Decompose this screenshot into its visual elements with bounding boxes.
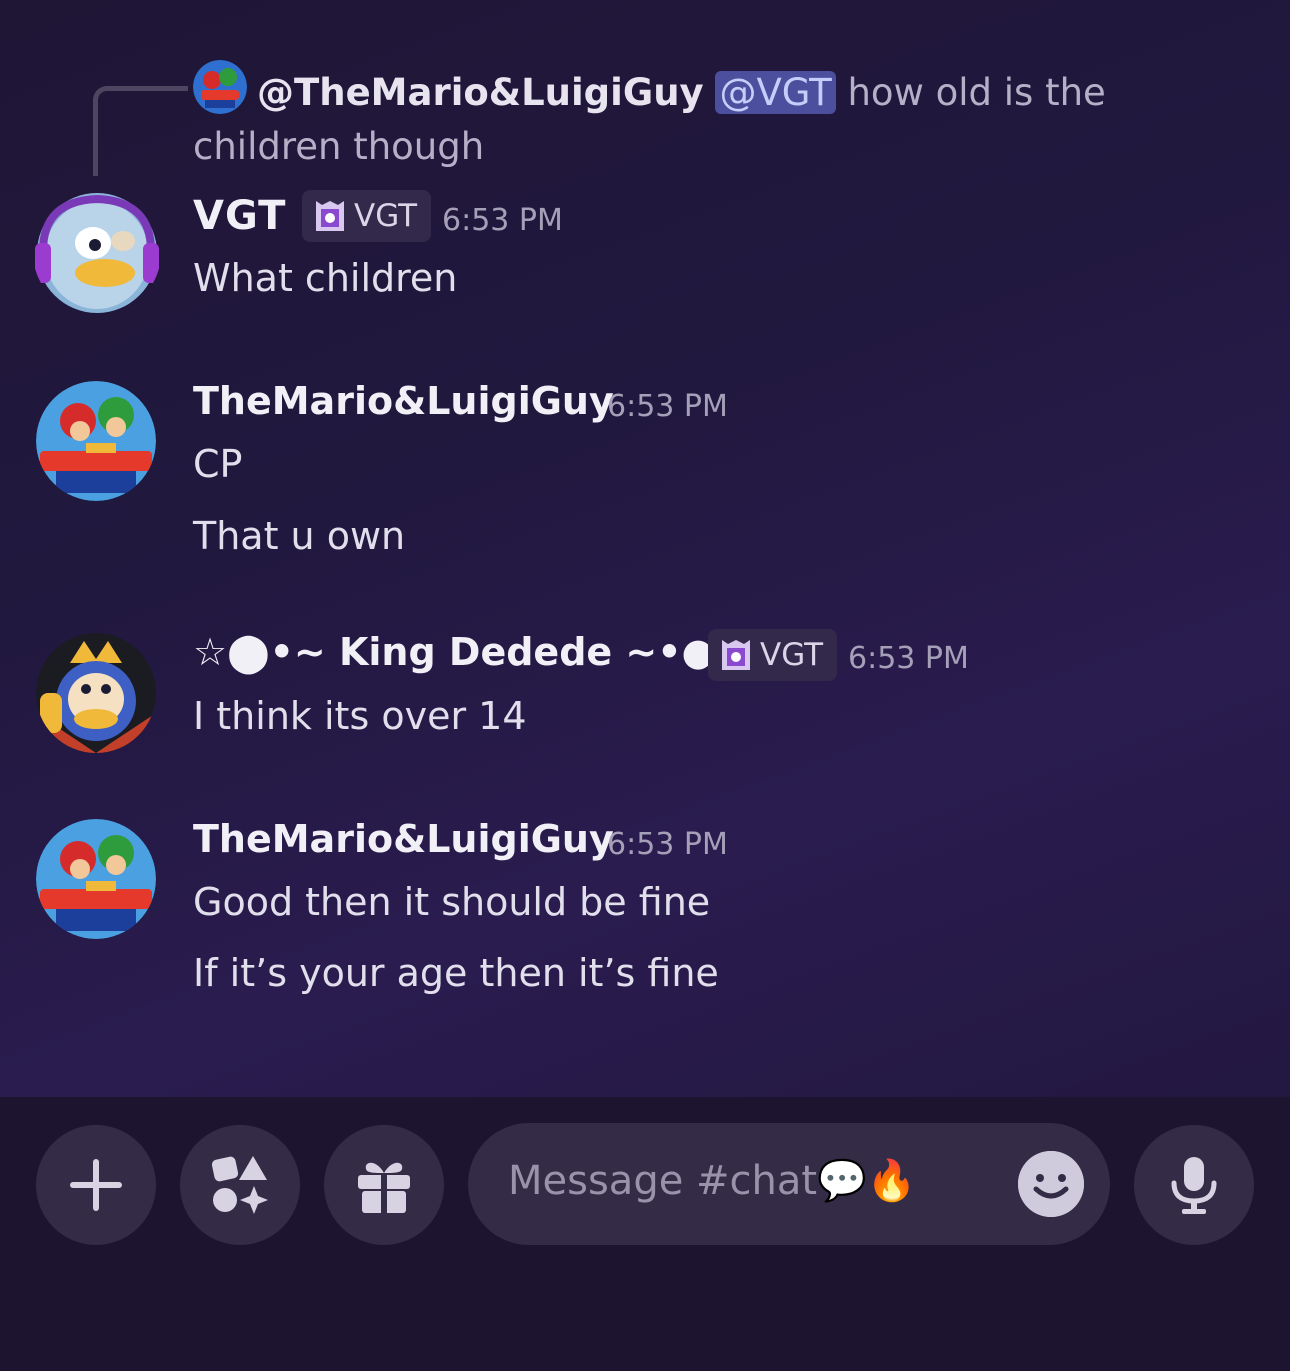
gift-icon (358, 1162, 410, 1213)
message-text: CP (193, 442, 243, 486)
avatar-vgt[interactable] (33, 191, 161, 315)
badge-label: VGT (354, 198, 418, 234)
message-timestamp: 6:53 PM (848, 641, 969, 676)
message-list: @TheMario&LuigiGuy @VGT how old is the c… (0, 0, 1290, 1097)
author-name[interactable]: ☆⬤•~ King Dedede ~•●☆ (193, 630, 749, 674)
message-text: What children (193, 256, 458, 300)
author-name[interactable]: TheMario&LuigiGuy (193, 379, 614, 423)
plus-icon (70, 1159, 122, 1211)
microphone-icon (1171, 1157, 1217, 1214)
avatar-mario-luigi-guy[interactable] (36, 819, 156, 939)
message-timestamp: 6:53 PM (607, 827, 728, 862)
shield-icon (316, 201, 344, 231)
author-name[interactable]: TheMario&LuigiGuy (193, 817, 614, 861)
reply-author[interactable]: @TheMario&LuigiGuy (257, 71, 704, 114)
message-timestamp: 6:53 PM (442, 203, 563, 238)
avatar-king-dedede[interactable] (36, 633, 156, 753)
apps-button[interactable] (180, 1125, 300, 1245)
message-text: I think its over 14 (193, 694, 527, 738)
message-text: If it’s your age then it’s fine (193, 951, 719, 995)
emoji-button[interactable] (1018, 1151, 1084, 1217)
attach-button[interactable] (36, 1125, 156, 1245)
emoji-icon (1018, 1151, 1084, 1217)
server-tag-badge[interactable]: VGT (708, 629, 838, 681)
reply-preview[interactable]: @TheMario&LuigiGuy @VGT how old is the c… (193, 66, 1193, 174)
composer-bar: Message #chat💬🔥 (0, 1097, 1290, 1371)
badge-label: VGT (760, 637, 824, 673)
reply-connector (93, 86, 188, 176)
apps-icon (211, 1156, 268, 1214)
avatar-mario-luigi-guy[interactable] (36, 381, 156, 501)
gift-button[interactable] (324, 1125, 444, 1245)
message-input[interactable]: Message #chat💬🔥 (468, 1123, 1110, 1245)
message-text: Good then it should be fine (193, 880, 711, 924)
shield-icon (722, 640, 750, 670)
voice-message-button[interactable] (1134, 1125, 1254, 1245)
message-text: That u own (193, 514, 406, 558)
message-input-placeholder: Message #chat💬🔥 (508, 1158, 917, 1204)
reply-mention[interactable]: @VGT (715, 71, 836, 114)
message-timestamp: 6:53 PM (607, 389, 728, 424)
author-name[interactable]: VGT (193, 193, 286, 239)
server-tag-badge[interactable]: VGT (302, 190, 432, 242)
